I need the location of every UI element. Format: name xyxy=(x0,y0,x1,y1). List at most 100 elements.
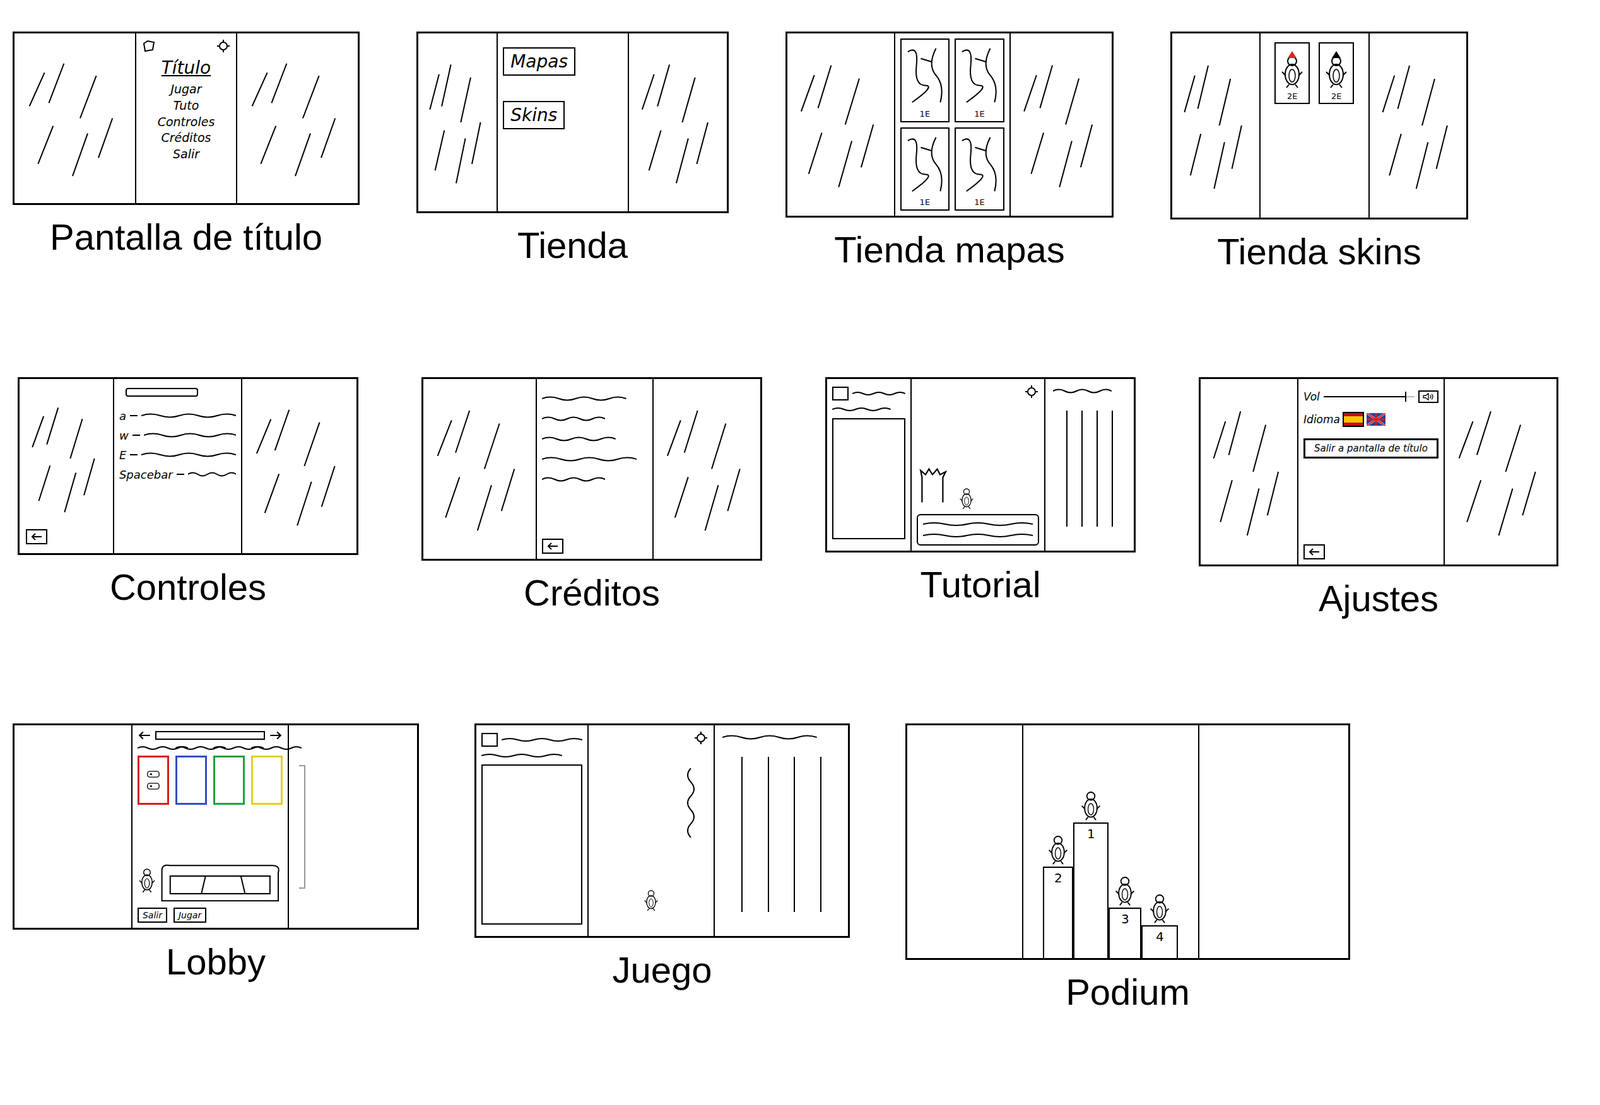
back-button[interactable] xyxy=(541,538,564,554)
volume-slider[interactable] xyxy=(1323,396,1415,398)
team-slot[interactable] xyxy=(137,755,170,806)
map-thumbnail-icon xyxy=(957,41,1002,110)
score-columns xyxy=(1052,404,1127,542)
key-label: a xyxy=(119,409,127,423)
scribble-line xyxy=(143,432,237,439)
team-slot[interactable] xyxy=(251,755,283,806)
map-item[interactable]: 1E xyxy=(900,127,951,212)
avatar-box xyxy=(481,733,498,748)
screen-caption: Juego xyxy=(611,949,712,992)
hatch-lines xyxy=(659,388,754,551)
side-area xyxy=(19,379,113,554)
shop-category-button[interactable]: Skins xyxy=(502,100,565,130)
back-arrow-icon xyxy=(546,541,559,551)
hatch-lines xyxy=(248,388,351,545)
gear-icon[interactable] xyxy=(693,730,709,746)
gear-icon[interactable] xyxy=(1023,384,1040,400)
column-line xyxy=(1096,410,1098,527)
menu-item[interactable]: Controles xyxy=(157,114,216,130)
controller-icon xyxy=(146,782,161,791)
key-row: a xyxy=(119,409,236,423)
language-option[interactable] xyxy=(1366,413,1386,426)
shop-icon[interactable] xyxy=(141,38,157,54)
menu-item[interactable]: Créditos xyxy=(160,130,211,146)
credits-text xyxy=(541,384,648,536)
key-label: w xyxy=(119,429,129,443)
dash xyxy=(176,473,185,476)
side-area xyxy=(629,33,727,212)
key-row: w xyxy=(119,429,236,443)
center-lane: awESpacebar xyxy=(112,379,243,554)
scribble-line xyxy=(852,391,906,397)
annotation-bracket xyxy=(299,765,306,890)
place-number: 2 xyxy=(1054,868,1063,959)
screen-sketch xyxy=(474,723,850,939)
shop-category-button[interactable]: Mapas xyxy=(502,47,576,76)
scribble-line xyxy=(541,415,606,423)
map-selector xyxy=(137,730,283,741)
scribble-line xyxy=(683,768,696,838)
lobby-button[interactable]: Salir xyxy=(137,907,168,924)
center-lane: TítuloJugarTutoControlesCréditosSalir xyxy=(135,33,238,204)
volume-label: Vol xyxy=(1303,390,1320,404)
screen-sketch: awESpacebar xyxy=(17,377,359,556)
hud-panel xyxy=(827,379,911,551)
side-area xyxy=(1172,33,1260,218)
hud-header xyxy=(481,733,583,748)
center-lane xyxy=(535,379,654,559)
exit-to-title-button[interactable]: Salir a pantalla de título xyxy=(1303,438,1439,460)
scribble-line xyxy=(141,412,236,419)
side-area xyxy=(1199,725,1349,959)
slider-knob[interactable] xyxy=(1405,391,1407,402)
menu-item[interactable]: Jugar xyxy=(170,82,202,98)
map-item[interactable]: 1E xyxy=(954,38,1005,123)
castle-icon xyxy=(919,459,948,511)
map-item[interactable]: 1E xyxy=(900,38,951,123)
team-slot[interactable] xyxy=(175,755,207,806)
screen-card: Juego xyxy=(474,723,850,992)
couch-icon xyxy=(157,858,283,903)
place-number: 1 xyxy=(1087,823,1096,959)
podium-block: 1 xyxy=(1073,822,1109,959)
key-label: E xyxy=(119,448,127,462)
screen-card: TítuloJugarTutoControlesCréditosSalirPan… xyxy=(12,31,360,259)
skin-item[interactable]: 2E xyxy=(1318,42,1354,105)
back-button[interactable] xyxy=(1303,544,1325,560)
menu-item[interactable]: Tuto xyxy=(173,98,200,114)
column-line xyxy=(1066,410,1068,527)
hatch-lines xyxy=(429,388,530,551)
scribble-line xyxy=(501,737,583,743)
screen-sketch: 2134 xyxy=(905,723,1351,961)
hud-panel xyxy=(476,725,588,937)
map-item[interactable]: 1E xyxy=(954,127,1005,212)
hatch-lines xyxy=(1178,42,1253,209)
right-arrow-icon[interactable] xyxy=(268,730,283,741)
menu-item[interactable]: Salir xyxy=(172,147,200,163)
column-line xyxy=(1081,410,1083,527)
info-box xyxy=(832,418,906,540)
hatch-lines xyxy=(424,42,491,203)
team-slot[interactable] xyxy=(213,755,245,806)
scribble-line xyxy=(481,753,563,759)
penguin-icon xyxy=(642,885,660,913)
dash xyxy=(129,454,138,456)
back-button[interactable] xyxy=(25,529,48,545)
hatch-lines xyxy=(25,388,107,530)
lobby-button[interactable]: Jugar xyxy=(173,907,207,924)
hud-header xyxy=(832,386,906,401)
penguin-icon xyxy=(137,854,157,903)
mute-button[interactable] xyxy=(1418,390,1439,404)
language-option[interactable] xyxy=(1343,413,1363,426)
side-area xyxy=(14,725,132,929)
side-area xyxy=(653,379,761,559)
gear-icon[interactable] xyxy=(215,38,231,54)
center-lane: 2E2E xyxy=(1259,33,1371,218)
left-arrow-icon[interactable] xyxy=(137,730,152,741)
screen-card: 2E2ETienda skins xyxy=(1170,31,1469,274)
hatch-lines xyxy=(1451,388,1551,556)
side-area xyxy=(1010,33,1112,216)
screen-caption: Tienda mapas xyxy=(834,229,1065,272)
podium-block: 3 xyxy=(1108,907,1142,959)
skin-item[interactable]: 2E xyxy=(1274,42,1310,105)
screen-card: SalirJugarLobby xyxy=(12,723,419,984)
